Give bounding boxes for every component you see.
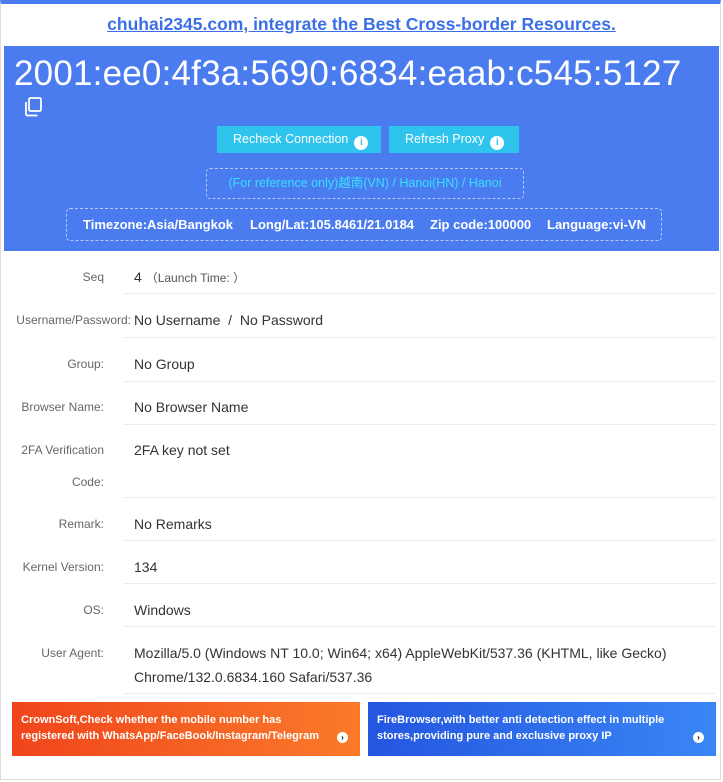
twofa-label-line2: Code:	[71, 475, 104, 489]
location-box: (For reference only)越南(VN) / Hanoi(HN) /…	[206, 168, 524, 199]
seq-label: Seq	[82, 270, 104, 284]
divider	[124, 583, 715, 584]
recheck-connection-label: Recheck Connection	[233, 132, 349, 146]
arrow-right-icon: ›	[693, 732, 704, 743]
crownsoft-ad-banner[interactable]: CrownSoft,Check whether the mobile numbe…	[12, 702, 360, 756]
location-detail: 越南(VN) / Hanoi(HN) / Hanoi	[338, 176, 502, 190]
browser-name-label: Browser Name:	[21, 400, 104, 414]
browser-name-value: No Browser Name	[134, 399, 249, 415]
twofa-label-line1: 2FA Verification	[21, 443, 104, 457]
divider	[124, 626, 715, 627]
credentials-label: Username/Password:	[16, 313, 131, 327]
site-link[interactable]: chuhai2345.com, integrate the Best Cross…	[0, 14, 723, 35]
kernel-version-label: Kernel Version:	[22, 560, 104, 574]
info-icon[interactable]: i	[490, 136, 505, 150]
crownsoft-ad-text: CrownSoft,Check whether the mobile numbe…	[21, 714, 320, 742]
password-value: No Password	[239, 312, 324, 328]
divider	[124, 540, 715, 541]
divider	[124, 497, 715, 498]
info-icon[interactable]: i	[354, 136, 369, 150]
twofa-value: 2FA key not set	[134, 442, 230, 458]
credentials-value: No Username / No Password	[134, 312, 323, 328]
refresh-proxy-label: Refresh Proxy	[405, 132, 485, 146]
os-value: Windows	[134, 602, 191, 618]
copy-icon[interactable]	[22, 96, 44, 118]
recheck-connection-button[interactable]: Recheck Connection i	[217, 126, 381, 153]
ip-address: 2001:ee0:4f3a:5690:6834:eaab:c545:5127	[14, 54, 682, 93]
zip-code-text: Zip code:100000	[430, 217, 532, 232]
location-reference: (For reference only)	[228, 176, 339, 190]
divider	[124, 693, 715, 694]
group-label: Group:	[67, 357, 104, 371]
remark-value: No Remarks	[134, 516, 212, 532]
timezone-text: Timezone:Asia/Bangkok	[83, 217, 234, 232]
kernel-version-value: 134	[134, 559, 158, 575]
ip-hero-panel: 2001:ee0:4f3a:5690:6834:eaab:c545:5127 R…	[4, 46, 719, 251]
divider	[124, 424, 715, 425]
user-agent-line1: Mozilla/5.0 (Windows NT 10.0; Win64; x64…	[134, 645, 667, 661]
credentials-separator: /	[228, 312, 233, 328]
refresh-proxy-button[interactable]: Refresh Proxy i	[389, 126, 519, 153]
divider	[124, 381, 715, 382]
divider	[124, 293, 715, 294]
os-label: OS:	[83, 603, 104, 617]
group-value: No Group	[134, 356, 195, 372]
language-text: Language:vi-VN	[547, 217, 646, 232]
user-agent-label: User Agent:	[41, 646, 104, 660]
firebrowser-ad-text: FireBrowser,with better anti detection e…	[377, 714, 665, 742]
launch-time: （Launch Time: ）	[145, 271, 246, 285]
ip-meta-box: Timezone:Asia/Bangkok Long/Lat:105.8461/…	[66, 208, 662, 241]
seq-value: 4 （Launch Time: ）	[134, 269, 246, 285]
firebrowser-ad-banner[interactable]: FireBrowser,with better anti detection e…	[368, 702, 716, 756]
user-agent-line2: Chrome/132.0.6834.160 Safari/537.36	[134, 669, 373, 685]
arrow-right-icon: ›	[337, 732, 348, 743]
longlat-text: Long/Lat:105.8461/21.0184	[250, 217, 415, 232]
remark-label: Remark:	[58, 517, 104, 531]
divider	[124, 337, 715, 338]
username-value: No Username	[134, 312, 221, 328]
